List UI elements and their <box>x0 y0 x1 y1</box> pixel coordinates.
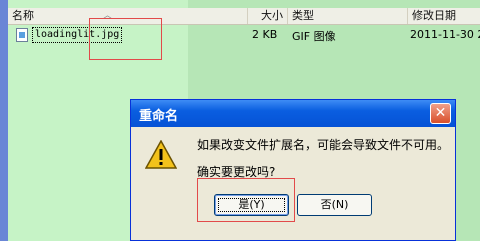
header-type-label: 类型 <box>292 9 314 22</box>
file-modified: 2011-11-30 2 <box>410 28 480 41</box>
image-file-icon <box>16 28 28 42</box>
header-size[interactable]: 大小 <box>248 8 288 24</box>
left-pane-edge <box>0 0 8 241</box>
header-modified-label: 修改日期 <box>412 9 456 22</box>
highlight-box-filename <box>89 18 162 60</box>
file-type: GIF 图像 <box>292 30 336 43</box>
warning-message: 如果改变文件扩展名，可能会导致文件不可用。 <box>197 138 450 152</box>
highlight-box-yes <box>197 178 295 222</box>
header-name-label: 名称 <box>12 9 34 22</box>
no-button-label: 否(N) <box>320 198 349 211</box>
no-button[interactable]: 否(N) <box>297 194 372 216</box>
header-size-label: 大小 <box>261 9 283 22</box>
dialog-titlebar[interactable]: 重命名 ✕ <box>131 100 455 127</box>
file-row[interactable]: loadinglit.jpg 2 KB GIF 图像 2011-11-30 2 <box>8 26 480 44</box>
header-type[interactable]: 类型 <box>288 8 408 24</box>
file-size: 2 KB <box>252 28 278 41</box>
dialog-title: 重命名 <box>139 109 179 124</box>
column-header-bar: 名称 ︿ 大小 类型 修改日期 <box>8 8 480 25</box>
header-modified[interactable]: 修改日期 <box>408 8 480 24</box>
close-button[interactable]: ✕ <box>430 103 451 124</box>
close-icon: ✕ <box>434 105 447 121</box>
warning-icon <box>145 140 177 169</box>
